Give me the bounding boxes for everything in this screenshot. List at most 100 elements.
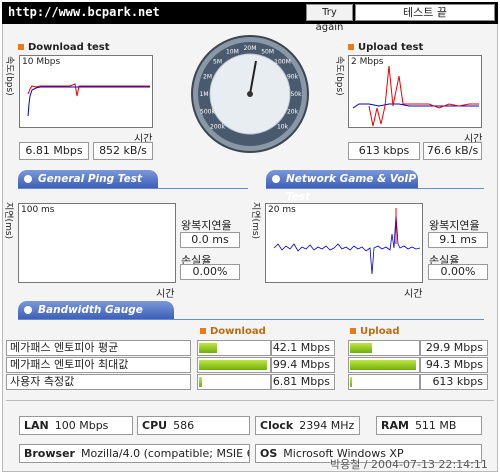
bandwidth-row-label: 메가패스 엔토피아 평균 <box>6 340 191 356</box>
tab-network-game[interactable]: Network Game & VoIP Test <box>266 170 418 203</box>
tab-bandwidth-gauge[interactable]: Bandwidth Gauge <box>18 301 174 319</box>
upload-bar-fill <box>350 360 416 370</box>
download-value: 99.4 Mbps <box>271 357 335 373</box>
download-mbps: 6.81 Mbps <box>19 142 89 160</box>
upload-bar-fill <box>350 343 372 353</box>
gauge-tick-label: 5M <box>213 59 222 66</box>
gauge-tick-label: 10M <box>226 49 239 56</box>
download-bar <box>197 357 271 373</box>
ping-xlabel: 시간 <box>156 289 175 300</box>
gauge-tick-label: 200k <box>210 124 225 131</box>
status-display: 테스트 끝 <box>355 4 495 21</box>
cpu-info: CPU 586 <box>137 416 250 435</box>
arrow-icon <box>24 175 32 183</box>
download-graph: 10 Mbps <box>19 55 153 128</box>
bullet-icon <box>348 44 354 50</box>
ping-graph: 100 ms <box>18 203 176 283</box>
bandwidth-upload-header: Upload <box>350 326 399 337</box>
gauge-tick-label: 50M <box>261 49 274 56</box>
gauge-tick-label: 20M <box>244 45 257 52</box>
game-latency-line <box>273 213 421 275</box>
bandwidth-upload-header-text: Upload <box>360 326 400 337</box>
gauge-tick-label: 100M <box>274 59 291 66</box>
bullet-icon <box>350 328 356 334</box>
game-rtt-label: 왕복지연율 <box>429 219 480 232</box>
arrow-icon <box>272 175 280 183</box>
divider <box>6 400 494 401</box>
download-bar-fill <box>199 360 267 370</box>
download-ylabel: 속도(bps) <box>4 56 14 96</box>
game-graph-svg <box>273 208 421 275</box>
bandwidth-download-header: Download <box>200 326 266 337</box>
download-bar <box>197 374 271 390</box>
tab-general-ping-label: General Ping Test <box>38 173 142 185</box>
upload-title-text: Upload test <box>358 42 424 53</box>
ram-value: 511 MB <box>414 419 457 432</box>
upload-bar-fill <box>350 377 353 387</box>
download-value: 6.81 Mbps <box>271 374 335 390</box>
try-again-button[interactable]: Try again <box>306 4 353 33</box>
gauge-tick-label: 2M <box>203 73 212 80</box>
divider <box>266 188 484 189</box>
download-bar-fill <box>199 343 217 353</box>
upload-title: Upload test <box>348 42 423 53</box>
browser-value: Mozilla/4.0 (compatible; MSIE 6.0 <box>80 447 250 460</box>
bullet-icon <box>18 44 24 50</box>
ping-loss: 0.00% <box>180 264 240 280</box>
upload-bar <box>348 340 420 356</box>
game-loss: 0.00% <box>428 264 488 280</box>
upload-ylabel: 속도(bps) <box>334 56 344 96</box>
download-bar-fill <box>199 377 202 387</box>
upload-kbs: 76.6 kB/s <box>423 142 482 160</box>
bandwidth-row-label: 사용자 측정값 <box>6 374 191 390</box>
cpu-value: 586 <box>173 419 195 432</box>
upload-bar <box>348 357 420 373</box>
download-red-line <box>27 83 150 97</box>
gauge-tick-label: 10k <box>277 124 289 131</box>
lan-label: LAN <box>24 419 49 432</box>
gauge-tick-label: 90k <box>287 73 299 80</box>
site-url[interactable]: http://www.bcpark.net <box>8 5 160 19</box>
download-graph-svg <box>27 83 150 117</box>
gauge-tick-label: 500k <box>200 109 215 116</box>
lan-value: 100 Mbps <box>54 419 109 432</box>
browser-label: Browser <box>24 447 75 460</box>
clock-info: Clock 2394 MHz <box>255 416 360 435</box>
game-ylabel: 지연(ms) <box>250 202 260 240</box>
download-bar <box>197 340 271 356</box>
gauge-tick-label: 1M <box>200 91 209 98</box>
arrow-icon <box>24 306 32 314</box>
os-label: OS <box>260 447 278 460</box>
lan-info: LAN 100 Mbps <box>19 416 133 435</box>
ping-ylabel: 지연(ms) <box>3 202 13 240</box>
upload-graph-svg <box>352 65 479 127</box>
upload-value: 613 kbps <box>420 374 488 390</box>
upload-value: 29.9 Mbps <box>420 340 488 356</box>
game-rtt: 9.1 ms <box>428 232 488 248</box>
divider <box>18 319 484 320</box>
bullet-icon <box>200 328 206 334</box>
gauge-tick-label: 20k <box>287 109 299 116</box>
tab-general-ping[interactable]: General Ping Test <box>18 170 158 188</box>
clock-label: Clock <box>260 419 294 432</box>
bandwidth-row-label: 메가패스 엔토피아 최대값 <box>6 357 191 373</box>
upload-kbps: 613 kbps <box>348 142 420 160</box>
ping-rtt: 0.0 ms <box>180 232 240 248</box>
download-value: 42.1 Mbps <box>271 340 335 356</box>
game-xlabel: 시간 <box>404 289 423 300</box>
divider <box>18 188 248 189</box>
game-graph: 20 ms <box>265 203 423 283</box>
download-title: Download test <box>18 42 110 53</box>
speed-gauge: 200k 500k 1M 2M5M 10M 20M 50M100M 90k 50k 20k 10k <box>191 35 309 153</box>
cpu-label: CPU <box>142 419 168 432</box>
footer-stamp: 박용철 / 2004-07-13 22:14:11 <box>330 458 488 471</box>
upload-value: 94.3 Mbps <box>420 357 488 373</box>
ping-rtt-label: 왕복지연율 <box>181 219 232 232</box>
upload-graph: 2 Mbps <box>348 55 482 128</box>
upload-bar <box>348 374 420 390</box>
download-blue-line <box>27 86 150 117</box>
tab-bandwidth-gauge-label: Bandwidth Gauge <box>38 304 143 316</box>
ping-scale: 100 ms <box>21 205 55 215</box>
download-title-text: Download test <box>28 42 110 53</box>
gauge-tick-label: 50k <box>290 91 302 98</box>
